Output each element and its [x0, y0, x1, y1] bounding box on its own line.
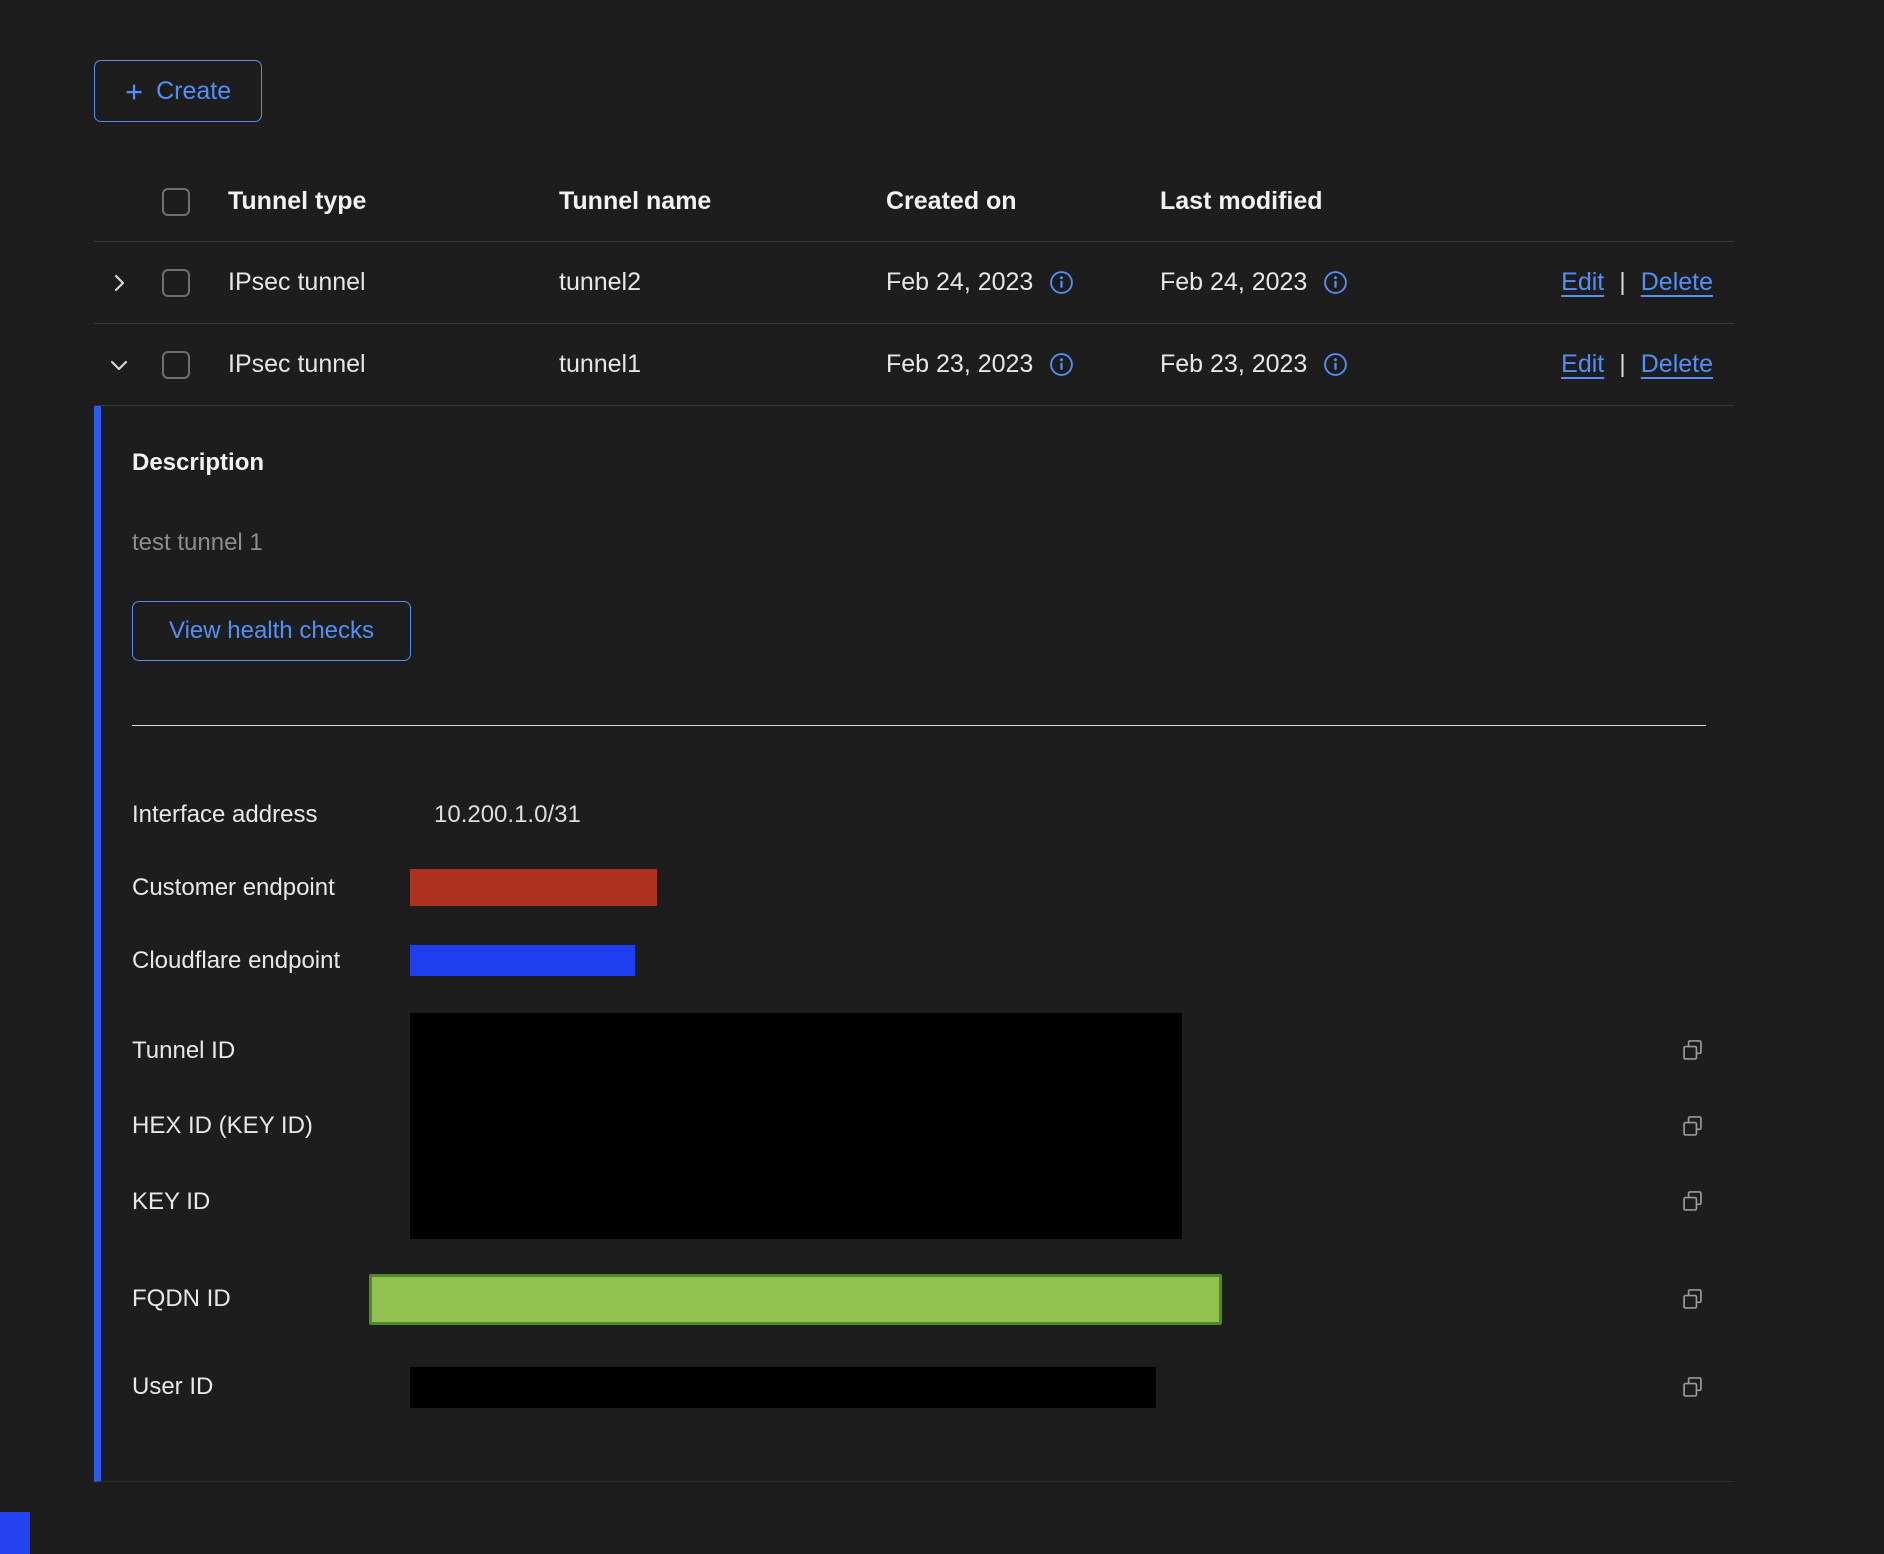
created-on-value: Feb 23, 2023 [886, 350, 1033, 379]
collapse-chevron-icon[interactable] [104, 350, 134, 380]
table-row-tunnel2: IPsec tunnel tunnel2 Feb 24, 2023 Feb 24… [94, 242, 1734, 324]
cloudflare-endpoint-redacted-value [410, 945, 635, 976]
interface-address-row: Interface address 10.200.1.0/31 [132, 778, 1706, 851]
tunnel-type-cell: IPsec tunnel [228, 350, 559, 379]
copy-icon[interactable] [1679, 1286, 1706, 1313]
last-modified-value: Feb 23, 2023 [1160, 350, 1307, 379]
tunnels-table: Tunnel type Tunnel name Created on Last … [94, 162, 1734, 1482]
customer-endpoint-label: Customer endpoint [132, 874, 410, 902]
hex-id-label: HEX ID (KEY ID) [132, 1112, 410, 1140]
header-last-modified: Last modified [1160, 187, 1542, 216]
interface-address-value: 10.200.1.0/31 [434, 801, 581, 829]
tunnel-id-label: Tunnel ID [132, 1037, 410, 1065]
user-id-redacted-value [410, 1367, 1156, 1408]
tunnels-page: + Create Tunnel type Tunnel name Created… [0, 0, 1884, 1482]
view-health-checks-button[interactable]: View health checks [132, 601, 411, 661]
info-icon[interactable] [1323, 352, 1348, 377]
tunnel-ids-redacted-value [410, 1013, 1182, 1239]
action-separator: | [1619, 350, 1626, 379]
copy-icon[interactable] [1679, 1037, 1706, 1064]
tunnel-detail-panel: Description test tunnel 1 View health ch… [94, 406, 1734, 1482]
description-value: test tunnel 1 [132, 529, 1706, 557]
edit-link[interactable]: Edit [1561, 268, 1604, 297]
delete-link[interactable]: Delete [1641, 268, 1713, 297]
customer-endpoint-row: Customer endpoint [132, 851, 1706, 924]
row-checkbox[interactable] [162, 351, 190, 379]
interface-address-label: Interface address [132, 801, 410, 829]
cloudflare-endpoint-row: Cloudflare endpoint [132, 924, 1706, 997]
tunnel-ids-group: Tunnel ID HEX ID (KEY ID) KEY ID [132, 1013, 1706, 1239]
header-tunnel-type: Tunnel type [228, 187, 559, 216]
copy-icon[interactable] [1679, 1374, 1706, 1401]
info-icon[interactable] [1049, 270, 1074, 295]
fqdn-id-row: FQDN ID [132, 1255, 1706, 1343]
header-checkbox-cell [162, 188, 228, 216]
table-header-row: Tunnel type Tunnel name Created on Last … [94, 162, 1734, 242]
copy-icon[interactable] [1679, 1188, 1706, 1215]
fqdn-id-redacted-value [369, 1274, 1222, 1325]
created-on-value: Feb 24, 2023 [886, 268, 1033, 297]
last-modified-value: Feb 24, 2023 [1160, 268, 1307, 297]
tunnel-type-cell: IPsec tunnel [228, 268, 559, 297]
tunnel-name-cell: tunnel1 [559, 350, 886, 379]
description-label: Description [132, 448, 1706, 477]
user-id-label: User ID [132, 1373, 410, 1401]
edit-link[interactable]: Edit [1561, 350, 1604, 379]
delete-link[interactable]: Delete [1641, 350, 1713, 379]
customer-endpoint-redacted-value [410, 869, 657, 906]
key-id-label: KEY ID [132, 1188, 410, 1216]
tunnel-detail-fields: Interface address 10.200.1.0/31 Customer… [132, 778, 1706, 1431]
table-row-tunnel1: IPsec tunnel tunnel1 Feb 23, 2023 Feb 23… [94, 324, 1734, 406]
bottom-left-blue-bar [0, 1512, 30, 1554]
copy-icon[interactable] [1679, 1113, 1706, 1140]
user-id-row: User ID [132, 1343, 1706, 1431]
row-checkbox[interactable] [162, 269, 190, 297]
action-separator: | [1619, 268, 1626, 297]
panel-divider [132, 725, 1706, 726]
expand-chevron-icon[interactable] [104, 268, 134, 298]
tunnel-name-cell: tunnel2 [559, 268, 886, 297]
info-icon[interactable] [1323, 270, 1348, 295]
cloudflare-endpoint-label: Cloudflare endpoint [132, 947, 410, 975]
create-button-label: Create [156, 77, 231, 106]
info-icon[interactable] [1049, 352, 1074, 377]
select-all-checkbox[interactable] [162, 188, 190, 216]
header-tunnel-name: Tunnel name [559, 187, 886, 216]
create-button[interactable]: + Create [94, 60, 262, 122]
header-created-on: Created on [886, 187, 1160, 216]
plus-icon: + [125, 76, 143, 107]
